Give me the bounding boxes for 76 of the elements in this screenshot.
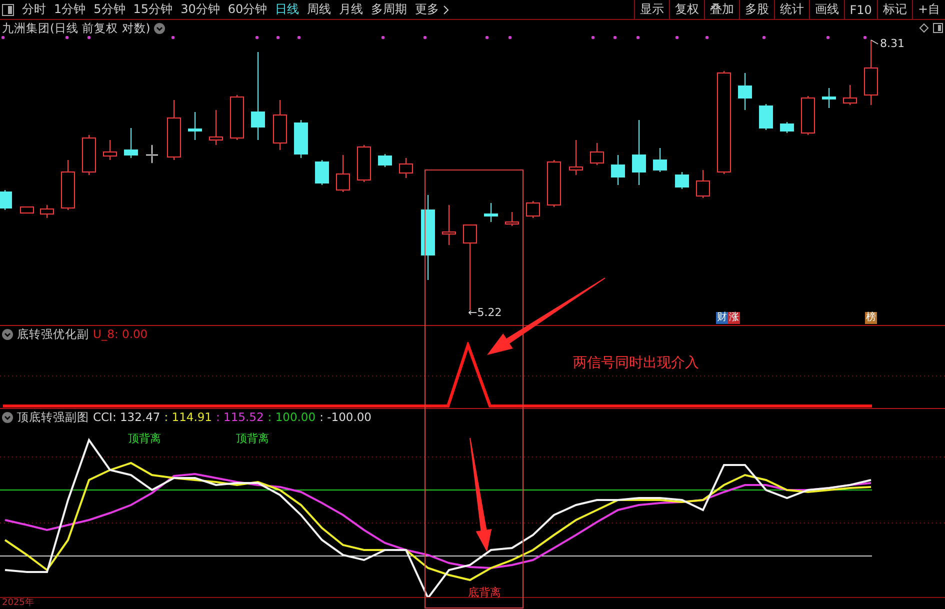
indicator-title: 顶底转强副图 — [17, 410, 89, 424]
divergence-label: 顶背离 — [236, 433, 269, 444]
candlestick — [759, 104, 773, 130]
period-tab[interactable]: 周线 — [307, 1, 332, 18]
period-tab[interactable]: 30分钟 — [180, 1, 220, 18]
annotation-note: 两信号同时出现介入 — [573, 356, 699, 370]
candlestick — [590, 142, 604, 166]
indicator-reading: : 115.52 — [216, 410, 264, 424]
candlestick — [442, 204, 456, 246]
divergence-label: 底背离 — [468, 587, 501, 598]
candlestick — [780, 122, 794, 134]
candlestick — [822, 88, 836, 108]
divergence-label: 顶背离 — [128, 433, 161, 444]
candlestick — [103, 140, 117, 160]
period-tab[interactable]: 月线 — [339, 1, 364, 18]
candlestick — [653, 148, 667, 172]
candlestick — [569, 140, 583, 176]
candlestick — [294, 120, 308, 158]
indicator-reading: CCI: 132.47 — [93, 410, 160, 424]
signal-badge[interactable]: 财 — [716, 312, 728, 324]
candlestick — [696, 170, 710, 198]
year-label: 2025年 — [2, 598, 34, 608]
candlestick — [336, 154, 350, 192]
period-tab[interactable]: 更多 — [415, 1, 450, 18]
candlestick — [188, 112, 202, 140]
chevron-down-icon[interactable] — [2, 328, 13, 340]
candlestick — [738, 72, 752, 110]
diamond-icon[interactable] — [919, 23, 929, 33]
candlestick — [526, 200, 540, 218]
chevron-down-icon[interactable] — [154, 22, 166, 34]
candlestick — [40, 204, 54, 218]
candlestick — [61, 160, 75, 210]
candlestick — [611, 154, 625, 186]
candlestick — [167, 100, 181, 160]
candlestick — [399, 158, 413, 178]
chevron-down-icon[interactable] — [2, 412, 13, 422]
period-tab[interactable]: 多周期 — [371, 1, 408, 18]
candlestick — [547, 160, 561, 208]
signal-badge[interactable]: 榜 — [865, 312, 877, 324]
indicator-reading: U_8: 0.00 — [93, 327, 148, 341]
leader-line — [870, 40, 878, 44]
chevron-right-icon — [442, 4, 450, 14]
candlestick — [0, 190, 12, 210]
candlestick — [273, 100, 287, 150]
period-tab[interactable]: 5分钟 — [94, 1, 126, 18]
period-tab[interactable]: 60分钟 — [228, 1, 268, 18]
candlestick — [315, 160, 329, 186]
high-price-label: 8.31 — [880, 38, 904, 49]
signal-badge[interactable]: 涨 — [728, 312, 740, 324]
candlestick — [484, 202, 498, 222]
candlestick — [801, 96, 815, 136]
candlestick — [864, 40, 878, 106]
low-price-label: ←5.22 — [468, 307, 502, 318]
indicator-reading: : 114.91 — [164, 410, 212, 424]
candlestick — [675, 172, 689, 190]
candlestick — [209, 110, 223, 146]
candlestick — [357, 144, 371, 182]
period-tab[interactable]: 15分钟 — [133, 1, 173, 18]
period-tab[interactable]: 日线 — [275, 1, 300, 18]
candlestick — [843, 84, 857, 106]
chart-title: 九洲集团(日线 前复权 对数) — [2, 20, 150, 36]
indicator-reading: : 100.00 — [268, 410, 316, 424]
period-tab[interactable]: 分时 — [22, 1, 46, 18]
candlestick — [632, 120, 646, 186]
panel-toggle-icon[interactable] — [933, 23, 943, 33]
candlestick — [230, 94, 244, 140]
candlestick — [20, 206, 34, 214]
candlestick — [146, 144, 158, 164]
period-tab[interactable]: 1分钟 — [54, 1, 86, 18]
candlestick — [505, 212, 519, 226]
indicator-title: 底转强优化副 — [17, 326, 89, 342]
indicator-reading: : -100.00 — [320, 410, 372, 424]
candlestick — [378, 154, 392, 168]
candlestick — [82, 134, 96, 176]
candlestick — [124, 128, 138, 158]
panel-toggle-icon[interactable] — [2, 4, 14, 16]
